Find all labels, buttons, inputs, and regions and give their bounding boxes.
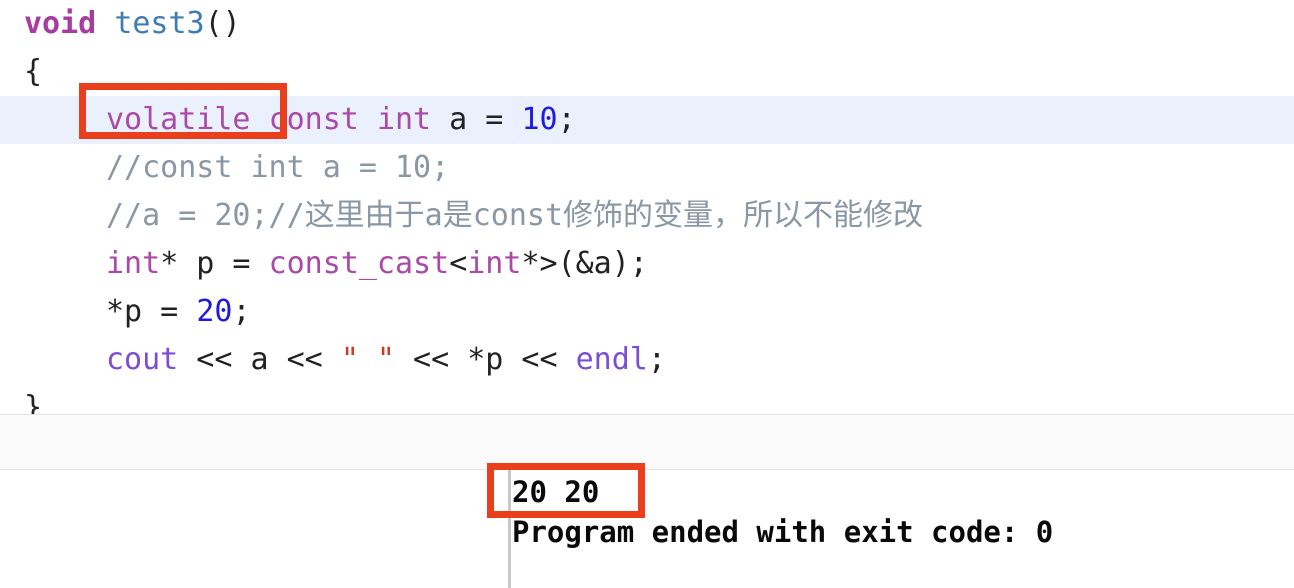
console-gutter-rule bbox=[508, 470, 511, 588]
code-token-type: int bbox=[467, 246, 522, 281]
code-token-plain: a = bbox=[431, 102, 522, 137]
code-token-plain: * p = bbox=[160, 246, 269, 281]
code-token-plain: ; bbox=[557, 102, 576, 137]
code-token-plain: ; bbox=[647, 342, 666, 377]
code-line[interactable]: //const int a = 10; bbox=[0, 144, 1294, 192]
code-line[interactable]: { bbox=[0, 48, 1294, 96]
code-token-comment: //a = 20;//这里由于a是const修饰的变量，所以不能修改 bbox=[106, 198, 924, 233]
editor-console-separator bbox=[0, 414, 1294, 470]
code-token-plain: { bbox=[24, 54, 43, 89]
code-line[interactable]: cout << a << " " << *p << endl; bbox=[0, 336, 1294, 384]
code-token-plain: << *p << bbox=[395, 342, 576, 377]
code-line[interactable]: int* p = const_cast<int*>(&a); bbox=[0, 240, 1294, 288]
console-output-pane[interactable]: 20 20 Program ended with exit code: 0 bbox=[0, 470, 1294, 588]
code-token-type: int bbox=[376, 102, 432, 137]
code-line[interactable]: volatile const int a = 10; bbox=[0, 96, 1294, 144]
code-token-comment: //const int a = 10; bbox=[106, 150, 450, 185]
code-token-stream: cout bbox=[106, 342, 179, 377]
code-token-number: 20 bbox=[196, 294, 233, 329]
console-exit-status-line: Program ended with exit code: 0 bbox=[512, 515, 1054, 549]
code-editor-pane[interactable]: void test3() { volatile const int a = 10; /… bbox=[0, 0, 1294, 425]
code-token-plain: < bbox=[449, 246, 468, 281]
code-line[interactable]: *p = 20; bbox=[0, 288, 1294, 336]
code-token-string: " " bbox=[340, 342, 395, 377]
code-token-plain: << a << bbox=[178, 342, 341, 377]
code-token-type: const bbox=[268, 102, 359, 137]
code-token-plain: *>(&a); bbox=[521, 246, 648, 281]
code-token-plain: ; bbox=[232, 294, 251, 329]
code-token-keyword: void bbox=[24, 6, 97, 41]
code-token-number: 10 bbox=[521, 102, 558, 137]
code-token-plain: *p = bbox=[106, 294, 197, 329]
code-token-function: test3 bbox=[114, 6, 205, 41]
code-line[interactable]: void test3() bbox=[0, 0, 1294, 48]
code-token-type: int bbox=[106, 246, 161, 281]
code-token-stream: endl bbox=[575, 342, 648, 377]
console-output-line: 20 20 bbox=[512, 475, 600, 509]
code-token-plain: () bbox=[204, 6, 241, 41]
code-line[interactable]: //a = 20;//这里由于a是const修饰的变量，所以不能修改 bbox=[0, 192, 1294, 240]
code-token-type: volatile bbox=[106, 102, 251, 137]
code-token-type: const_cast bbox=[268, 246, 450, 281]
